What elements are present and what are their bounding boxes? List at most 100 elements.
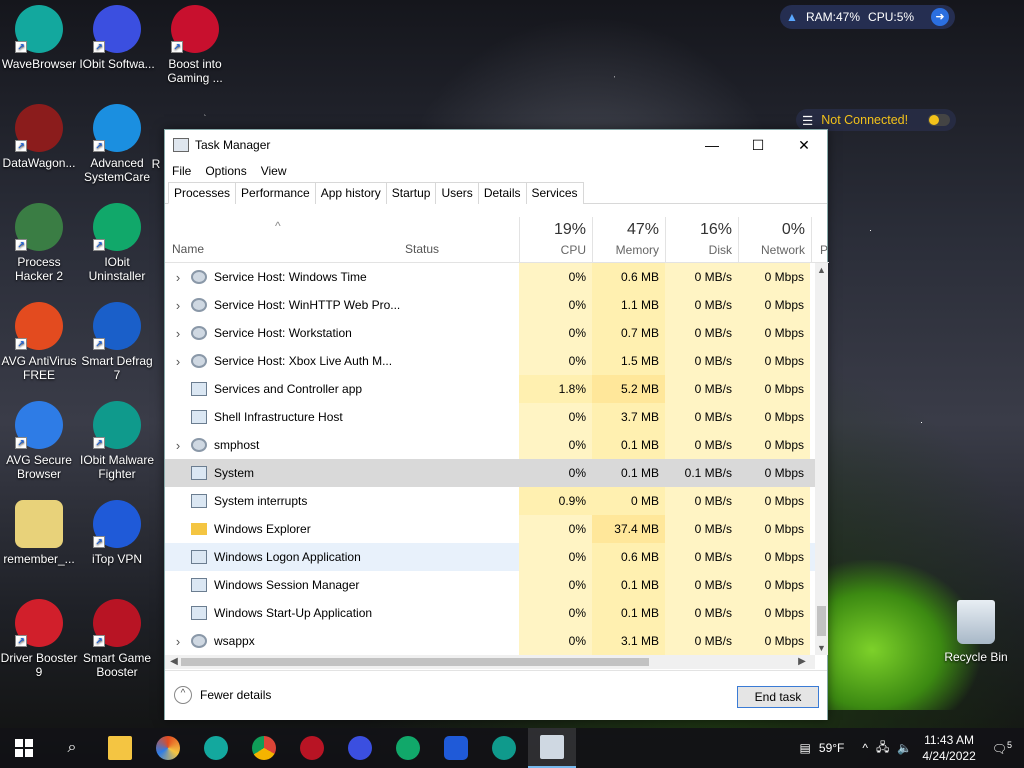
vpn-widget[interactable]: ☰ Not Connected! xyxy=(796,109,956,131)
menu-options[interactable]: Options xyxy=(205,164,246,178)
news-icon[interactable]: ▤ xyxy=(800,741,811,755)
cpu-cell: 0% xyxy=(519,599,592,627)
process-row[interactable]: › Service Host: Windows Time 0% 0.6 MB 0 MB/… xyxy=(165,263,817,291)
column-name[interactable]: Name xyxy=(172,242,204,256)
expand-chevron-icon[interactable]: › xyxy=(165,634,191,649)
process-row[interactable]: › wsappx 0% 3.1 MB 0 MB/s 0 Mbps xyxy=(165,627,817,655)
process-row[interactable]: Windows Start-Up Application 0% 0.1 MB 0 MB… xyxy=(165,599,817,627)
desktop-icon-iobit-malware-fighter[interactable]: ↗ IObit Malware Fighter xyxy=(78,401,156,481)
desktop-icon-driver-booster[interactable]: ↗ Driver Booster 9 xyxy=(0,599,78,679)
column-disk[interactable]: 16% Disk xyxy=(665,217,738,263)
expand-chevron-icon[interactable]: › xyxy=(165,270,191,285)
arrow-right-icon[interactable]: ➜ xyxy=(931,8,949,26)
fewer-details-link[interactable]: ^ Fewer details xyxy=(174,686,271,704)
taskbar-itop-vpn[interactable] xyxy=(432,728,480,768)
desktop-icon-iobit-uninstaller[interactable]: ↗ IObit Uninstaller xyxy=(78,203,156,283)
taskbar: ⌕ ▤ 59°F ^ 🖧 🔈 11:43 AM 4/24/2022 🗨5 xyxy=(0,728,1024,768)
weather-readout[interactable]: 59°F xyxy=(819,741,844,755)
desktop-icon-wavebrowser[interactable]: ↗ WaveBrowser xyxy=(0,5,78,71)
taskbar-task-manager[interactable] xyxy=(528,728,576,768)
process-row[interactable]: › Service Host: Xbox Live Auth M... 0% 1.5 … xyxy=(165,347,817,375)
desktop-icon-smart-game-booster[interactable]: ↗ Smart Game Booster xyxy=(78,599,156,679)
menu-view[interactable]: View xyxy=(261,164,287,178)
network-icon[interactable]: 🖧 xyxy=(876,738,889,759)
taskbar-malware-fighter[interactable] xyxy=(480,728,528,768)
taskbar-iobit-software[interactable] xyxy=(336,728,384,768)
process-row[interactable]: System interrupts 0.9% 0 MB 0 MB/s 0 Mbps xyxy=(165,487,817,515)
tab-performance[interactable]: Performance xyxy=(235,182,316,204)
desktop-icon-avg-secure-browser[interactable]: ↗ AVG Secure Browser xyxy=(0,401,78,481)
process-row[interactable]: Services and Controller app 1.8% 5.2 MB 0 M… xyxy=(165,375,817,403)
network-cell: 0 Mbps xyxy=(738,515,810,543)
sort-arrow-icon: ^ xyxy=(275,219,281,233)
column-network[interactable]: 0% Network xyxy=(738,217,811,263)
process-row[interactable]: › smphost 0% 0.1 MB 0 MB/s 0 Mbps xyxy=(165,431,817,459)
vertical-scroll-thumb[interactable] xyxy=(817,606,826,636)
expand-chevron-icon[interactable]: › xyxy=(165,354,191,369)
expand-chevron-icon[interactable]: › xyxy=(165,298,191,313)
process-row[interactable]: Windows Session Manager 0% 0.1 MB 0 MB/s 0 M… xyxy=(165,571,817,599)
horizontal-scrollbar[interactable]: ◀ ▶ xyxy=(165,655,815,669)
column-cpu[interactable]: 19% CPU xyxy=(519,217,592,263)
process-row[interactable]: › Service Host: WinHTTP Web Pro... 0% 1.1 M… xyxy=(165,291,817,319)
tab-services[interactable]: Services xyxy=(525,182,584,204)
column-memory[interactable]: 47% Memory xyxy=(592,217,665,263)
desktop-icon-datawagon[interactable]: ↗ DataWagon... xyxy=(0,104,78,170)
process-name: Service Host: Windows Time xyxy=(214,270,367,284)
tab-startup[interactable]: Startup xyxy=(385,182,437,204)
volume-icon[interactable]: 🔈 xyxy=(897,741,912,755)
desktop-icon-smart-defrag[interactable]: ↗ Smart Defrag 7 xyxy=(78,302,156,382)
scroll-down-icon[interactable]: ▼ xyxy=(815,641,828,655)
notification-center-icon[interactable]: 🗨5 xyxy=(992,740,1012,756)
chevron-up-icon[interactable]: ^ xyxy=(862,741,868,755)
horizontal-scroll-thumb[interactable] xyxy=(181,658,649,666)
taskbar-iobit-uninstaller[interactable] xyxy=(384,728,432,768)
end-task-button[interactable]: End task xyxy=(737,686,819,708)
scroll-right-icon[interactable]: ▶ xyxy=(795,655,809,669)
process-row[interactable]: › Service Host: Workstation 0% 0.7 MB 0 MB/s… xyxy=(165,319,817,347)
desktop-icon-advanced-systemcare[interactable]: ↗ Advanced SystemCare xyxy=(78,104,156,184)
tab-processes[interactable]: Processes xyxy=(168,182,237,204)
taskbar-driver-booster[interactable] xyxy=(288,728,336,768)
menu-file[interactable]: File xyxy=(172,164,191,178)
start-button[interactable] xyxy=(0,728,48,768)
taskbar-file-explorer[interactable] xyxy=(96,728,144,768)
taskbar-chrome[interactable] xyxy=(240,728,288,768)
system-monitor-widget[interactable]: ▲ RAM:47% CPU:5% ➜ xyxy=(780,5,955,29)
vertical-scrollbar[interactable]: ▲ ▼ xyxy=(815,263,828,655)
expand-chevron-icon[interactable]: › xyxy=(165,326,191,341)
minimize-button[interactable]: — xyxy=(689,130,735,160)
desktop-icon-boost-gaming[interactable]: ↗ Boost into Gaming ... xyxy=(156,5,234,85)
vpn-toggle[interactable] xyxy=(928,114,950,126)
tab-app-history[interactable]: App history xyxy=(314,182,387,204)
expand-chevron-icon[interactable]: › xyxy=(165,438,191,453)
title-bar[interactable]: Task Manager — ☐ ✕ xyxy=(165,130,827,160)
scroll-up-icon[interactable]: ▲ xyxy=(815,263,828,277)
gear-icon xyxy=(191,354,207,368)
tab-users[interactable]: Users xyxy=(435,182,479,204)
process-row[interactable]: System 0% 0.1 MB 0.1 MB/s 0 Mbps xyxy=(165,459,817,487)
search-button[interactable]: ⌕ xyxy=(48,728,96,768)
desktop-icon-avg-antivirus[interactable]: ↗ AVG AntiVirus FREE xyxy=(0,302,78,382)
process-row[interactable]: Shell Infrastructure Host 0% 3.7 MB 0 MB/s 0… xyxy=(165,403,817,431)
datawagon-icon: ↗ xyxy=(15,104,63,152)
column-power-partial[interactable]: P xyxy=(811,217,829,263)
taskbar-avg-browser[interactable] xyxy=(144,728,192,768)
process-row[interactable]: Windows Explorer 0% 37.4 MB 0 MB/s 0 Mbps xyxy=(165,515,817,543)
desktop-icon-process-hacker[interactable]: ↗ Process Hacker 2 xyxy=(0,203,78,283)
desktop-icon-itop-vpn[interactable]: ↗ iTop VPN xyxy=(78,500,156,566)
desktop-icon-partial-label[interactable]: R xyxy=(146,157,166,171)
maximize-button[interactable]: ☐ xyxy=(735,130,781,160)
process-name: Windows Logon Application xyxy=(214,550,361,564)
clock[interactable]: 11:43 AM 4/24/2022 xyxy=(922,732,975,764)
tab-details[interactable]: Details xyxy=(477,182,527,204)
column-status[interactable]: Status xyxy=(405,242,439,256)
close-button[interactable]: ✕ xyxy=(781,130,827,160)
process-row[interactable]: Windows Logon Application 0% 0.6 MB 0 MB/s 0… xyxy=(165,543,817,571)
desktop-icon-iobit-software[interactable]: ↗ IObit Softwa... xyxy=(78,5,156,71)
desktop-icon-recycle-bin[interactable]: Recycle Bin xyxy=(937,600,1015,664)
memory-cell: 0.7 MB xyxy=(592,319,665,347)
desktop-icon-remember-file[interactable]: remember_... xyxy=(0,500,78,566)
scroll-left-icon[interactable]: ◀ xyxy=(167,655,181,669)
taskbar-wavebrowser[interactable] xyxy=(192,728,240,768)
